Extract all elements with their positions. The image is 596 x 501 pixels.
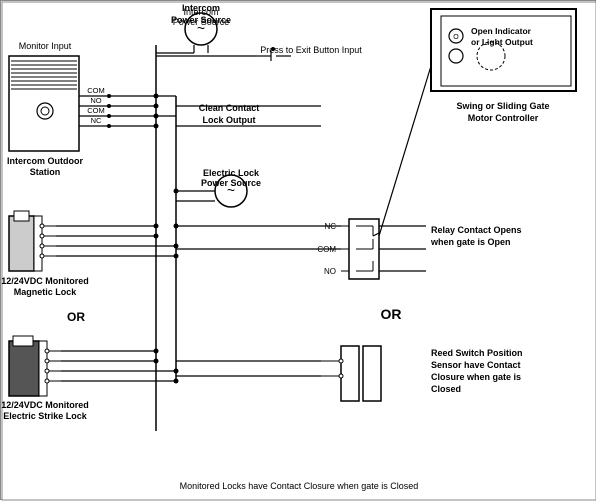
svg-text:Open Indicator: Open Indicator [471, 26, 532, 36]
svg-text:Swing or Sliding Gate: Swing or Sliding Gate [456, 101, 549, 111]
svg-text:Monitored Locks have Contact C: Monitored Locks have Contact Closure whe… [180, 481, 419, 491]
svg-text:Reed Switch Position: Reed Switch Position [431, 348, 523, 358]
svg-text:Power Source: Power Source [201, 178, 261, 188]
svg-text:COM: COM [87, 86, 105, 95]
svg-text:12/24VDC Monitored: 12/24VDC Monitored [1, 276, 89, 286]
svg-text:Magnetic Lock: Magnetic Lock [14, 287, 78, 297]
svg-text:Intercom: Intercom [182, 3, 220, 13]
svg-text:or Light Output: or Light Output [471, 37, 533, 47]
svg-text:NC: NC [91, 116, 102, 125]
svg-text:Motor Controller: Motor Controller [468, 113, 539, 123]
svg-text:O: O [453, 34, 459, 41]
svg-text:12/24VDC Monitored: 12/24VDC Monitored [1, 400, 89, 410]
svg-text:OR: OR [67, 310, 85, 324]
svg-text:NO: NO [90, 96, 101, 105]
svg-text:OR: OR [381, 306, 402, 322]
svg-text:COM: COM [87, 106, 105, 115]
svg-text:Closure when gate is: Closure when gate is [431, 372, 521, 382]
svg-text:Electric Strike Lock: Electric Strike Lock [3, 411, 88, 421]
svg-text:Press to Exit Button Input: Press to Exit Button Input [260, 45, 362, 55]
svg-text:when gate is Open: when gate is Open [430, 237, 511, 247]
svg-text:Electric Lock: Electric Lock [203, 168, 260, 178]
svg-text:NO: NO [324, 267, 336, 276]
svg-text:Clean Contact: Clean Contact [199, 103, 260, 113]
svg-text:Intercom Outdoor: Intercom Outdoor [7, 156, 83, 166]
svg-text:Sensor have Contact: Sensor have Contact [431, 360, 521, 370]
monitor-input-label: Monitor Input [19, 41, 72, 51]
svg-text:Closed: Closed [431, 384, 461, 394]
svg-text:Station: Station [30, 167, 61, 177]
svg-text:Relay Contact Opens: Relay Contact Opens [431, 225, 522, 235]
svg-text:Lock Output: Lock Output [203, 115, 256, 125]
wiring-diagram: Monitor Input COM NO COM NC Intercom Out… [0, 0, 596, 500]
svg-text:Power Source: Power Source [171, 15, 231, 25]
